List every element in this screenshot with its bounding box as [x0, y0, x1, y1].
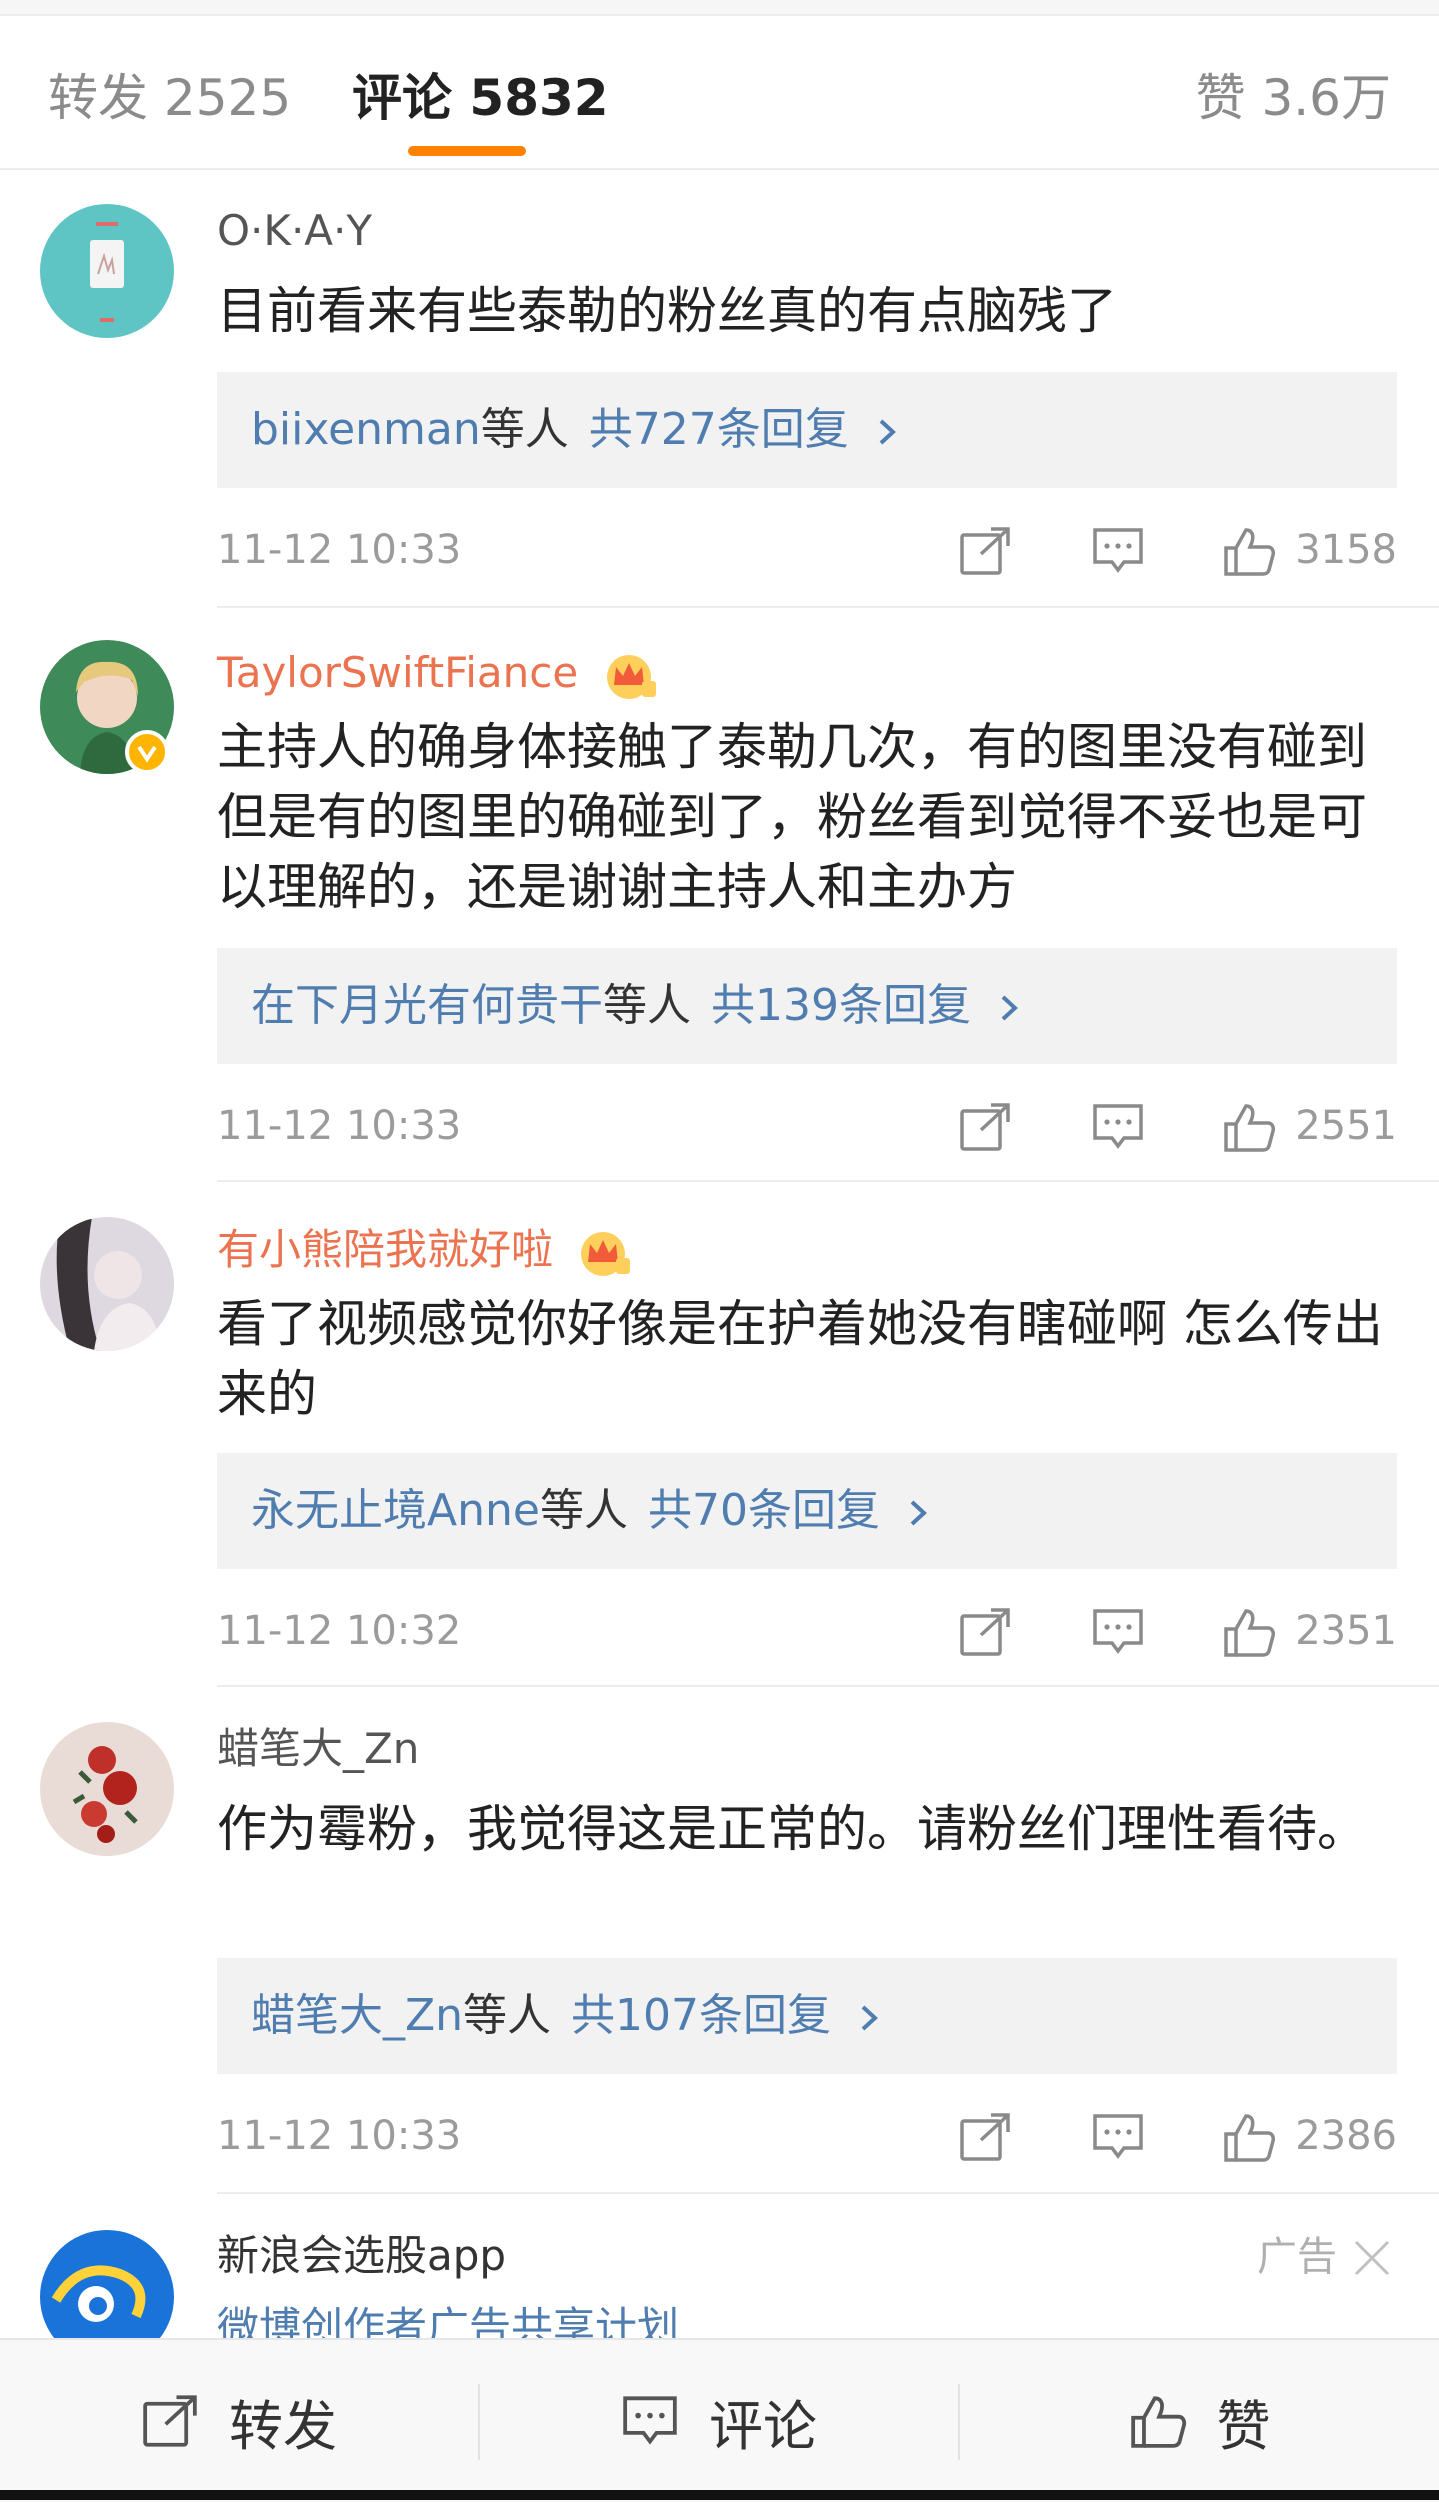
- reply-users[interactable]: 在下月光有何贵干: [251, 980, 603, 1031]
- reply-users[interactable]: biixenman: [251, 404, 481, 455]
- avatar[interactable]: [40, 1722, 174, 1856]
- status-strip: [0, 0, 1439, 16]
- tab-likes[interactable]: 赞 3.6万: [1196, 68, 1391, 128]
- avatar[interactable]: [40, 1217, 174, 1351]
- tab-bar: 转发 2525 评论 5832 赞 3.6万: [0, 16, 1439, 170]
- like-icon[interactable]: [1223, 2112, 1275, 2162]
- comment-meta: 11-12 10:33 3158: [217, 520, 1397, 580]
- comment-time: 11-12 10:33: [217, 527, 462, 573]
- comment-label: 评论: [709, 2394, 817, 2458]
- reply-users[interactable]: 永无止境Anne: [251, 1485, 540, 1536]
- reply-count[interactable]: 共727条回复: [589, 404, 849, 455]
- comment-icon[interactable]: [1092, 526, 1144, 576]
- comment-icon: [623, 2396, 677, 2445]
- reply-suffix: 等人: [463, 1990, 552, 2041]
- chevron-right-icon: [910, 1500, 927, 1526]
- tab-repost[interactable]: 转发 2525: [48, 68, 291, 128]
- share-icon: [143, 2395, 197, 2447]
- comment-username[interactable]: 有小熊陪我就好啦: [217, 1223, 632, 1278]
- avatar-image: [40, 1722, 174, 1856]
- comment-icon[interactable]: [1092, 1102, 1144, 1152]
- avatar-image: [40, 204, 174, 338]
- like-count: 2351: [1295, 1608, 1397, 1654]
- repost-label: 转发: [229, 2394, 337, 2458]
- divider: [217, 606, 1439, 608]
- bottom-action-bar: 转发 评论 赞: [0, 2338, 1439, 2502]
- reply-users[interactable]: 蜡笔大_Zn: [251, 1990, 463, 2041]
- comment-icon[interactable]: [1092, 1607, 1144, 1657]
- chevron-right-icon: [879, 419, 896, 445]
- username-text: TaylorSwiftFiance: [217, 648, 579, 697]
- comment-username[interactable]: 蜡笔大_Zn: [217, 1722, 419, 1776]
- comment-meta: 11-12 10:33 2551: [217, 1096, 1397, 1156]
- divider: [217, 1685, 1439, 1687]
- comment-username[interactable]: TaylorSwiftFiance: [217, 646, 658, 701]
- comment-time: 11-12 10:33: [217, 1103, 462, 1149]
- verified-badge-icon: [125, 730, 169, 774]
- comment-meta: 11-12 10:33 2386: [217, 2106, 1397, 2166]
- comment-username[interactable]: O·K·A·Y: [217, 204, 372, 258]
- replies-box[interactable]: 在下月光有何贵干等人 共139条回复: [217, 948, 1397, 1064]
- comment-time: 11-12 10:33: [217, 2113, 462, 2159]
- reply-suffix: 等人: [603, 980, 691, 1031]
- comment-meta: 11-12 10:32 2351: [217, 1601, 1397, 1661]
- system-nav-strip: [0, 2490, 1439, 2500]
- chevron-right-icon: [861, 2005, 878, 2031]
- vip-crown-icon: [581, 1231, 631, 1276]
- close-icon[interactable]: [1352, 2238, 1392, 2278]
- divider: [217, 2192, 1439, 2194]
- like-button[interactable]: 赞: [960, 2340, 1439, 2502]
- ad-title[interactable]: 新浪会选股app: [217, 2228, 506, 2284]
- active-tab-indicator: [408, 146, 526, 156]
- like-count: 3158: [1295, 527, 1397, 573]
- reply-count[interactable]: 共107条回复: [571, 1990, 831, 2041]
- comment-time: 11-12 10:32: [217, 1608, 462, 1654]
- comment-text: 目前看来有些泰勒的粉丝真的有点脑残了: [217, 282, 1117, 340]
- avatar-image: [40, 1217, 174, 1351]
- reply-count[interactable]: 共70条回复: [648, 1485, 880, 1536]
- avatar[interactable]: [40, 204, 174, 338]
- reply-suffix: 等人: [539, 1485, 628, 1536]
- like-count: 2551: [1295, 1103, 1397, 1149]
- like-label: 赞: [1216, 2394, 1271, 2458]
- like-count: 2386: [1295, 2113, 1397, 2159]
- chevron-right-icon: [1001, 995, 1018, 1021]
- replies-box[interactable]: biixenman等人 共727条回复: [217, 372, 1397, 488]
- share-icon[interactable]: [959, 1102, 1011, 1152]
- comment-button[interactable]: 评论: [480, 2340, 958, 2502]
- username-text: 有小熊陪我就好啦: [217, 1225, 554, 1274]
- share-icon[interactable]: [959, 2112, 1011, 2162]
- vip-crown-icon: [606, 654, 656, 699]
- comment-text: 看了视频感觉你好像是在护着她没有瞎碰啊 怎么传出来的: [217, 1295, 1383, 1423]
- divider: [217, 1180, 1439, 1182]
- replies-box[interactable]: 蜡笔大_Zn等人 共107条回复: [217, 1958, 1397, 2074]
- ad-label: 广告: [1257, 2234, 1337, 2280]
- like-icon[interactable]: [1223, 1102, 1275, 1152]
- like-icon: [1130, 2396, 1186, 2448]
- reply-suffix: 等人: [480, 404, 569, 455]
- comment-icon[interactable]: [1092, 2112, 1144, 2162]
- comment-text: 主持人的确身体接触了泰勒几次，有的图里没有碰到但是有的图里的确碰到了，粉丝看到觉…: [217, 718, 1367, 916]
- reply-count[interactable]: 共139条回复: [711, 980, 971, 1031]
- like-icon[interactable]: [1223, 526, 1275, 576]
- like-icon[interactable]: [1223, 1607, 1275, 1657]
- replies-box[interactable]: 永无止境Anne等人 共70条回复: [217, 1453, 1397, 1569]
- share-icon[interactable]: [959, 1607, 1011, 1657]
- share-icon[interactable]: [959, 526, 1011, 576]
- repost-button[interactable]: 转发: [0, 2340, 478, 2502]
- comment-text: 作为霉粉，我觉得这是正常的。请粉丝们理性看待。: [217, 1800, 1367, 1858]
